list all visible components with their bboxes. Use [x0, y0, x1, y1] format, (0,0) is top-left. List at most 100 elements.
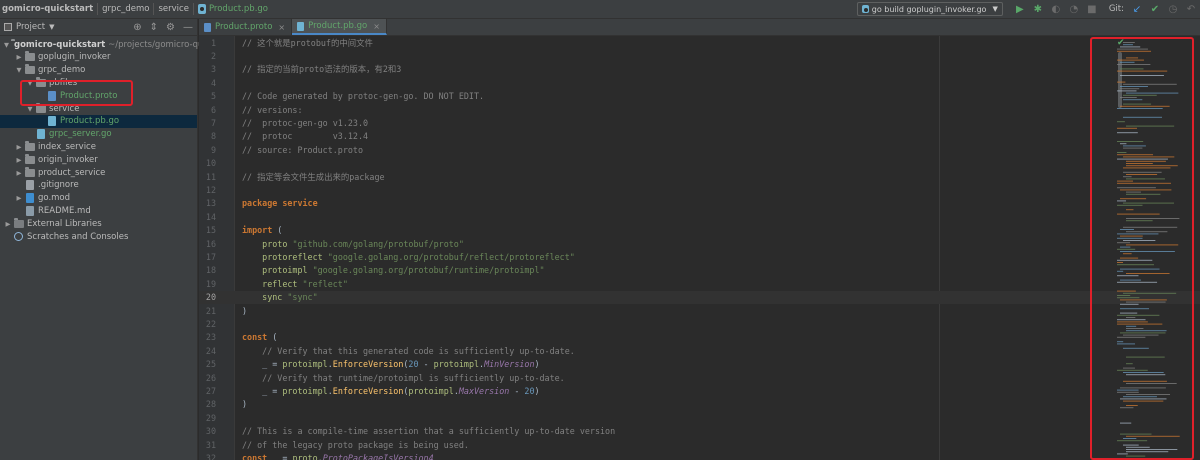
- code-editor[interactable]: 1// 这个就是protobuf的中间文件 2 3// 指定的当前proto语法的版…: [199, 36, 1200, 460]
- project-panel-title[interactable]: Project: [16, 22, 45, 32]
- gear-icon[interactable]: ⚙: [166, 22, 175, 33]
- proto-file-icon: [204, 22, 211, 32]
- editor-tab[interactable]: Product.pb.go ×: [292, 19, 387, 35]
- code-text: import (: [242, 224, 282, 237]
- minimap-line: [1117, 295, 1131, 296]
- minimap-line: [1117, 341, 1124, 343]
- tree-item[interactable]: ▼ service: [0, 102, 197, 115]
- minimap-line: [1117, 453, 1128, 455]
- minimap-line: [1123, 292, 1177, 294]
- minimap-line: [1120, 105, 1170, 107]
- library-icon: [14, 217, 24, 228]
- minimap-line: [1123, 103, 1152, 105]
- tree-item[interactable]: README.md: [0, 204, 197, 217]
- close-icon[interactable]: ×: [373, 22, 380, 31]
- expanded-arrow-icon[interactable]: ▼: [4, 41, 9, 49]
- hide-panel-icon[interactable]: —: [183, 22, 193, 33]
- code-token: EnforceVersion: [332, 385, 404, 396]
- coverage-icon[interactable]: ◐: [1049, 2, 1063, 16]
- collapsed-arrow-icon[interactable]: ▶: [15, 169, 23, 177]
- code-token: // of the legacy proto package is being …: [242, 439, 469, 450]
- collapsed-arrow-icon[interactable]: ▶: [15, 143, 23, 151]
- profile-icon[interactable]: ◔: [1067, 2, 1081, 16]
- minimap-line: [1117, 323, 1163, 325]
- minimap-line: [1120, 86, 1148, 87]
- run-icon[interactable]: ▶: [1013, 2, 1027, 16]
- folder-icon: [25, 166, 35, 177]
- tree-item[interactable]: Scratches and Consoles: [0, 230, 197, 243]
- code-line: 20 sync "sync": [199, 291, 1200, 305]
- minimap-line: [1120, 97, 1137, 98]
- line-number: 31: [205, 439, 216, 450]
- tree-item[interactable]: ▶ External Libraries: [0, 217, 197, 230]
- breadcrumb-item[interactable]: service: [154, 0, 192, 19]
- minimap-line: [1117, 248, 1136, 250]
- expanded-arrow-icon[interactable]: ▼: [15, 66, 23, 74]
- line-number: 20: [205, 292, 216, 303]
- code-text: protoreflect "google.golang.org/protobuf…: [242, 251, 575, 264]
- tree-item[interactable]: ▼ grpc_demo: [0, 64, 197, 77]
- breadcrumb-item[interactable]: grpc_demo: [98, 0, 153, 19]
- tree-item[interactable]: ▶ go.mod: [0, 192, 197, 205]
- collapsed-arrow-icon[interactable]: ▶: [4, 220, 12, 228]
- locate-file-icon[interactable]: ⊕: [133, 22, 141, 33]
- tree-item[interactable]: .gitignore: [0, 179, 197, 192]
- collapsed-arrow-icon[interactable]: ▶: [15, 194, 23, 202]
- debug-icon[interactable]: ✱: [1031, 2, 1045, 16]
- close-icon[interactable]: ×: [278, 23, 285, 32]
- minimap-line: [1126, 451, 1169, 453]
- minimap-line: [1123, 83, 1177, 85]
- tree-item[interactable]: ▶ origin_invoker: [0, 153, 197, 166]
- minimap-line: [1126, 356, 1165, 358]
- collapsed-arrow-icon[interactable]: ▶: [15, 156, 23, 164]
- minimap-line: [1117, 275, 1139, 277]
- minimap-line: [1117, 187, 1156, 189]
- code-line: 11 // 指定等会文件生成出来的package: [199, 171, 1200, 184]
- tree-item[interactable]: grpc_server.go: [0, 128, 197, 141]
- scratches-icon: [14, 232, 23, 241]
- editor-tab[interactable]: Product.proto ×: [199, 19, 293, 35]
- tree-item[interactable]: ▶ index_service: [0, 140, 197, 153]
- code-line: 32 const _ = proto.ProtoPackageIsVersion4: [199, 452, 1200, 460]
- tree-item[interactable]: ▼ pbfiles: [0, 76, 197, 89]
- tree-item[interactable]: ▶ goplugin_invoker: [0, 51, 197, 64]
- vcs-update-icon[interactable]: ↙: [1130, 2, 1144, 16]
- tree-item[interactable]: Product.proto: [0, 89, 197, 102]
- line-number: 28: [205, 399, 216, 410]
- tree-item-label: README.md: [38, 205, 91, 216]
- tree-item[interactable]: Product.pb.go: [0, 114, 197, 128]
- code-token: const: [242, 332, 273, 343]
- vcs-commit-icon[interactable]: ✔: [1148, 2, 1162, 16]
- code-line: 15 import (: [199, 224, 1200, 237]
- revert-icon[interactable]: ↶: [1184, 2, 1198, 16]
- code-line: 12: [199, 184, 1200, 197]
- collapsed-arrow-icon[interactable]: ▶: [15, 53, 23, 61]
- tree-item[interactable]: ▶ product_service: [0, 166, 197, 179]
- breadcrumb-item[interactable]: gomicro-quickstart: [0, 0, 97, 19]
- minimap-line: [1120, 189, 1172, 191]
- minimap-line: [1123, 156, 1175, 158]
- go-file-icon: [861, 5, 869, 13]
- vcs-history-icon[interactable]: ◷: [1166, 2, 1180, 16]
- expanded-arrow-icon[interactable]: ▼: [26, 105, 34, 113]
- run-configuration-select[interactable]: go build goplugin_invoker.go ▼: [856, 2, 1003, 16]
- stop-icon[interactable]: ■: [1085, 2, 1099, 16]
- code-line: 26 // Verify that runtime/protoimpl is s…: [199, 372, 1200, 385]
- expanded-arrow-icon[interactable]: ▼: [26, 79, 34, 87]
- breadcrumb-item[interactable]: Product.pb.go: [194, 0, 272, 19]
- chevron-down-icon[interactable]: ▼: [49, 23, 54, 31]
- tree-item[interactable]: ▼ gomicro-quickstart ~/projects/gomicro-qu…: [0, 38, 210, 51]
- code-token: package: [242, 198, 283, 209]
- code-text: protoimpl "google.golang.org/protobuf/ru…: [242, 264, 544, 277]
- code-minimap[interactable]: [1115, 40, 1195, 460]
- code-token: ): [242, 305, 248, 316]
- minimap-line: [1120, 303, 1139, 305]
- line-number: 30: [205, 426, 216, 437]
- minimap-line: [1123, 253, 1132, 255]
- code-line: 8 // protoc v3.12.4: [199, 130, 1200, 143]
- collapse-all-icon[interactable]: ⇕: [150, 22, 158, 33]
- editor-tab-label: Product.proto: [215, 22, 273, 32]
- minimap-line: [1120, 229, 1134, 230]
- minimap-line: [1126, 92, 1179, 94]
